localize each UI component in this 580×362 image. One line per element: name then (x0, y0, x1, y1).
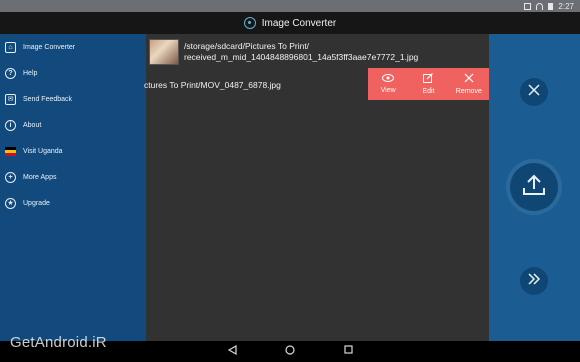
star-icon: ★ (5, 197, 16, 209)
drawer-item-label: More Apps (23, 173, 57, 181)
file-action-bar: View Edit Remove (368, 68, 489, 100)
close-icon (527, 83, 541, 102)
app-title: Image Converter (261, 17, 337, 29)
remove-label: Remove (455, 88, 482, 95)
next-button[interactable] (520, 267, 548, 295)
back-icon (227, 344, 237, 358)
double-chevron-right-icon (527, 272, 541, 290)
battery-icon (548, 2, 554, 10)
back-button[interactable] (226, 344, 238, 358)
drawer-item-label: Send Feedback (23, 95, 73, 103)
watermark: GetAndroid.iR (10, 334, 107, 351)
drawer-item-label: Image Converter (23, 43, 76, 51)
close-icon (464, 73, 474, 85)
mail-icon: ✉ (5, 93, 16, 105)
drawer-item-label: Upgrade (23, 199, 50, 207)
drawer-item-upgrade[interactable]: ★ Upgrade (0, 193, 146, 213)
status-time: 2:27 (558, 1, 574, 11)
upload-button[interactable] (510, 163, 558, 211)
drawer-item-label: About (23, 121, 42, 129)
app-bar: Image Converter (0, 12, 580, 34)
file-path-2[interactable]: ctures To Print/MOV_0487_6878.jpg (144, 80, 281, 90)
drawer-item-image-converter[interactable]: ⌂ Image Converter (0, 37, 146, 57)
help-icon: ? (5, 67, 16, 79)
image-converter-logo-icon (243, 17, 256, 29)
view-button[interactable]: View (368, 68, 408, 100)
recents-button[interactable] (342, 345, 354, 357)
file-list: /storage/sdcard/Pictures To Print/ recei… (144, 34, 489, 341)
drawer-item-more-apps[interactable]: + More Apps (0, 167, 146, 187)
drawer-item-about[interactable]: i About (0, 115, 146, 135)
upload-icon (522, 174, 546, 201)
drawer-item-label: Help (23, 69, 38, 77)
edit-button[interactable]: Edit (408, 68, 448, 100)
edit-icon (423, 73, 434, 85)
status-icons: 2:27 (524, 1, 574, 11)
drawer-item-help[interactable]: ? Help (0, 63, 146, 83)
status-bar: 2:27 (0, 0, 580, 12)
navigation-drawer: ⌂ Image Converter ? Help ✉ Send Feedback… (0, 34, 146, 341)
home-icon (285, 344, 295, 358)
view-label: View (380, 87, 396, 94)
more-apps-icon: + (5, 171, 16, 183)
uganda-flag-icon (5, 146, 16, 156)
home-icon: ⌂ (5, 41, 16, 53)
drawer-item-send-feedback[interactable]: ✉ Send Feedback (0, 89, 146, 109)
info-icon: i (5, 119, 16, 131)
close-button[interactable] (520, 78, 548, 106)
remove-button[interactable]: Remove (449, 68, 489, 100)
edit-label: Edit (422, 88, 435, 95)
file-path-1[interactable]: /storage/sdcard/Pictures To Print/ recei… (184, 41, 484, 63)
drawer-item-label: Visit Uganda (23, 147, 63, 155)
eye-icon (382, 74, 395, 84)
wifi-icon (536, 2, 544, 10)
right-action-panel (489, 34, 580, 341)
recents-icon (343, 345, 353, 357)
home-button[interactable] (284, 344, 296, 358)
drawer-item-visit-uganda[interactable]: Visit Uganda (0, 141, 146, 161)
file-thumbnail[interactable] (149, 39, 179, 65)
image-icon (524, 2, 532, 10)
